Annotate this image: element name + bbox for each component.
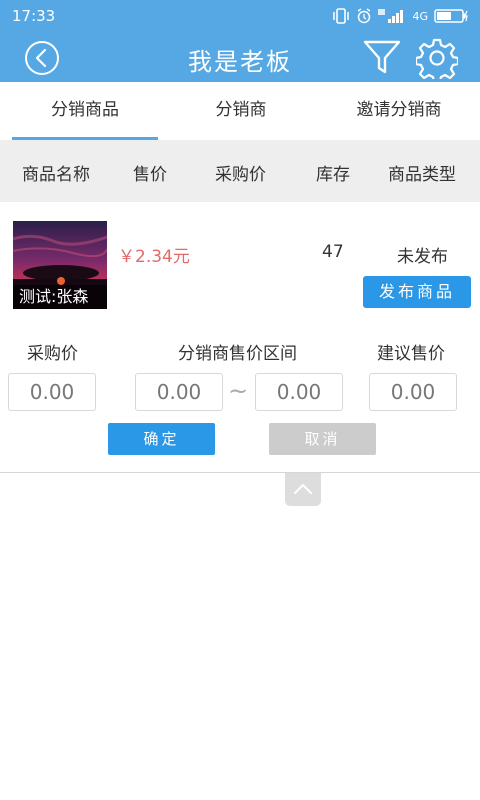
- battery-icon: [434, 9, 468, 23]
- chevron-up-icon: [294, 484, 312, 494]
- column-price: 售价: [133, 165, 167, 185]
- status-time: 17:33: [12, 7, 56, 25]
- status-icons: 4G: [332, 6, 470, 26]
- tab-invite-distributors[interactable]: 邀请分销商: [330, 82, 468, 140]
- column-purchase-price: 采购价: [215, 165, 266, 185]
- tab-bar: 分销商品 分销商 邀请分销商: [0, 82, 480, 140]
- product-stock: 47: [322, 242, 344, 262]
- price-range-max-input[interactable]: 0.00: [255, 373, 343, 411]
- network-type: 4G: [412, 9, 428, 23]
- column-product-type: 商品类型: [388, 165, 456, 185]
- price-range-min-input[interactable]: 0.00: [135, 373, 223, 411]
- tab-distribution-products[interactable]: 分销商品: [12, 82, 158, 140]
- signal-icon: [378, 9, 404, 23]
- purchase-price-input[interactable]: 0.00: [8, 373, 96, 411]
- suggested-price-input[interactable]: 0.00: [369, 373, 457, 411]
- cancel-button[interactable]: 取消: [269, 423, 376, 455]
- app-bar: 我是老板: [0, 32, 480, 82]
- vibrate-icon: [333, 8, 350, 24]
- confirm-button[interactable]: 确定: [108, 423, 215, 455]
- suggested-price-label: 建议售价: [377, 344, 445, 364]
- filter-icon[interactable]: [362, 37, 402, 77]
- column-header-row: 商品名称 售价 采购价 库存 商品类型: [0, 140, 480, 202]
- range-separator: ~: [228, 377, 249, 405]
- status-bar: 17:33 4G: [0, 0, 480, 32]
- alarm-icon: [358, 8, 371, 24]
- product-caption: 测试:张森: [13, 285, 107, 309]
- product-price: ￥2.34元: [118, 247, 190, 267]
- column-stock: 库存: [316, 165, 350, 185]
- price-range-label: 分销商售价区间: [178, 344, 297, 364]
- purchase-price-label: 采购价: [27, 344, 78, 364]
- section-divider: [0, 472, 480, 473]
- tab-distributors[interactable]: 分销商: [168, 82, 314, 140]
- column-product-name: 商品名称: [22, 165, 90, 185]
- collapse-button[interactable]: [285, 473, 321, 506]
- product-status: 未发布: [397, 247, 448, 267]
- publish-product-button[interactable]: 发布商品: [363, 276, 471, 308]
- product-thumbnail[interactable]: 测试:张森: [13, 221, 107, 309]
- page-title: 我是老板: [188, 48, 292, 76]
- settings-icon[interactable]: [416, 37, 458, 79]
